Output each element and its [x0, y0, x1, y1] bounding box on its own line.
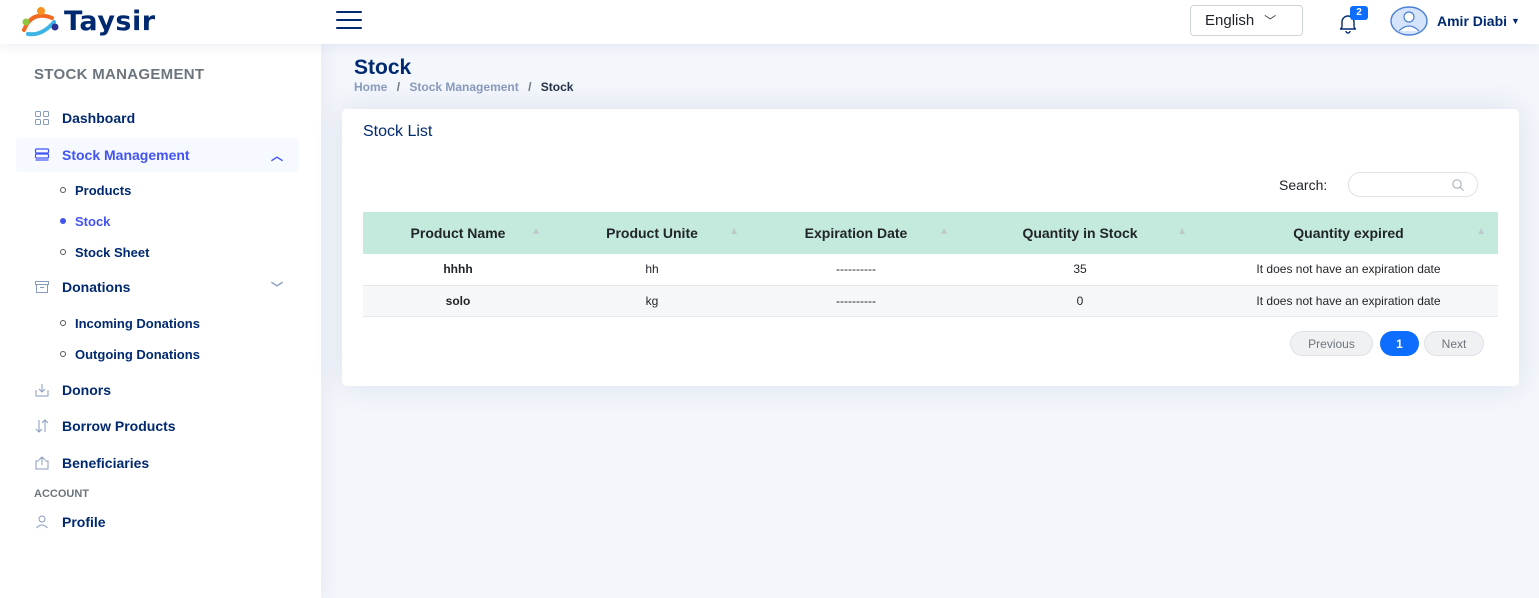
sidebar-subitem-incoming-donations[interactable]: Incoming Donations: [60, 313, 200, 333]
sort-icon: ▲: [531, 226, 541, 237]
search-icon: [1452, 179, 1464, 191]
sidebar-subitem-products[interactable]: Products: [60, 180, 131, 200]
sidebar-subitem-label: Products: [75, 182, 132, 198]
circle-filled-icon: [60, 218, 66, 224]
box-arrow-in-icon: [35, 384, 49, 397]
cell-product-unite: hh: [645, 262, 659, 277]
sidebar-subitem-label: Stock: [75, 213, 111, 229]
sidebar-item-label: Beneficiaries: [62, 455, 150, 471]
column-header-label: Expiration Date: [804, 225, 908, 241]
chevron-down-icon: ﹀: [270, 281, 283, 295]
sidebar-item-borrow-products[interactable]: Borrow Products: [16, 409, 299, 443]
sidebar-item-label: Donations: [62, 279, 131, 295]
sidebar: STOCK MANAGEMENT Dashboard Stock Managem…: [0, 44, 321, 598]
sidebar-subitem-label: Stock Sheet: [75, 244, 150, 260]
search-input[interactable]: [1359, 173, 1459, 196]
chevron-down-icon: ﹀: [1264, 14, 1277, 28]
column-header-quantity-expired[interactable]: Quantity expired ▲: [1199, 212, 1498, 254]
pagination-next-button[interactable]: Next: [1424, 331, 1484, 356]
sidebar-item-dashboard[interactable]: Dashboard: [16, 101, 299, 135]
cell-expiration-date: ----------: [836, 293, 876, 308]
sidebar-subitem-outgoing-donations[interactable]: Outgoing Donations: [60, 344, 200, 364]
circle-icon: [60, 187, 66, 193]
table-header-row: Product Name ▲ Product Unite ▲ Expiratio…: [363, 212, 1498, 254]
stock-table: Product Name ▲ Product Unite ▲ Expiratio…: [363, 212, 1498, 317]
sidebar-item-profile[interactable]: Profile: [16, 505, 299, 539]
sidebar-item-donors[interactable]: Donors: [16, 373, 299, 407]
sidebar-heading: STOCK MANAGEMENT: [34, 66, 205, 83]
sidebar-item-stock-management[interactable]: Stock Management ︿: [16, 138, 299, 172]
circle-icon: [60, 320, 66, 326]
box-arrow-up-icon: [35, 456, 49, 470]
column-header-label: Product Unite: [606, 225, 698, 241]
breadcrumb-separator: /: [528, 80, 532, 94]
cell-product-unite: kg: [645, 293, 659, 308]
column-header-product-name[interactable]: Product Name ▲: [363, 212, 553, 254]
column-header-label: Quantity expired: [1293, 225, 1404, 241]
person-icon: [36, 515, 48, 529]
caret-down-icon: ▼: [1511, 16, 1520, 26]
chevron-up-icon: ︿: [270, 149, 283, 163]
table-row: hhhh hh ---------- 35 It does not have a…: [363, 254, 1498, 285]
sidebar-item-label: Stock Management: [62, 147, 190, 163]
account-heading: ACCOUNT: [34, 488, 89, 500]
circle-icon: [60, 249, 66, 255]
breadcrumb-home[interactable]: Home: [354, 80, 387, 94]
sort-icon: ▲: [1177, 226, 1187, 237]
cell-product-name: hhhh: [443, 262, 473, 277]
arrow-down-up-icon: [35, 419, 49, 433]
breadcrumb: Home / Stock Management / Stock: [354, 80, 573, 94]
sidebar-item-label: Profile: [62, 514, 106, 530]
pagination-page-button[interactable]: 1: [1380, 331, 1419, 356]
sidebar-item-label: Donors: [62, 382, 111, 398]
sort-icon: ▲: [1476, 226, 1486, 237]
language-value: English: [1205, 12, 1255, 29]
column-header-quantity-in-stock[interactable]: Quantity in Stock ▲: [961, 212, 1199, 254]
cell-product-name: solo: [445, 293, 471, 308]
user-avatar-icon[interactable]: [1390, 6, 1428, 36]
cell-quantity-expired: It does not have an expiration date: [1256, 262, 1441, 277]
column-header-label: Product Name: [410, 225, 506, 241]
sidebar-item-beneficiaries[interactable]: Beneficiaries: [16, 446, 299, 480]
sort-icon: ▲: [939, 226, 949, 237]
sidebar-item-label: Borrow Products: [62, 418, 176, 434]
user-name: Amir Diabi: [1437, 13, 1508, 29]
card-title: Stock List: [363, 123, 433, 140]
column-header-expiration-date[interactable]: Expiration Date ▲: [751, 212, 961, 254]
breadcrumb-stock-management[interactable]: Stock Management: [409, 80, 518, 94]
server-icon: [34, 148, 50, 161]
notification-badge: 2: [1350, 6, 1368, 20]
cell-quantity-expired: It does not have an expiration date: [1256, 293, 1441, 308]
grid-icon: [35, 111, 49, 125]
top-header: Taysir English ﹀ 2 Amir Diabi ▼: [0, 0, 1539, 44]
pagination-previous-button[interactable]: Previous: [1290, 331, 1373, 356]
column-header-product-unite[interactable]: Product Unite ▲: [553, 212, 751, 254]
logo-people-icon: [22, 7, 59, 37]
sidebar-subitem-label: Incoming Donations: [75, 315, 200, 331]
sidebar-item-label: Dashboard: [62, 110, 136, 126]
stock-list-card: Stock List Search: Product Name ▲ Produc…: [342, 109, 1519, 386]
sidebar-subitem-label: Outgoing Donations: [75, 346, 200, 362]
breadcrumb-current: Stock: [540, 80, 574, 94]
search-field[interactable]: [1348, 172, 1478, 197]
user-menu[interactable]: Amir Diabi ▼: [1437, 13, 1520, 29]
sidebar-item-donations[interactable]: Donations ﹀: [16, 270, 299, 304]
language-select[interactable]: English ﹀: [1190, 5, 1303, 36]
sidebar-subitem-stock[interactable]: Stock: [60, 211, 110, 231]
brand-name: Taysir: [64, 5, 156, 37]
breadcrumb-separator: /: [396, 80, 401, 94]
archive-icon: [35, 281, 49, 293]
cell-quantity-in-stock: 0: [1076, 293, 1084, 308]
search-label: Search:: [1279, 177, 1328, 193]
circle-icon: [60, 351, 66, 357]
table-row: solo kg ---------- 0 It does not have an…: [363, 285, 1498, 316]
cell-expiration-date: ----------: [836, 262, 876, 277]
column-header-label: Quantity in Stock: [1022, 225, 1138, 241]
sidebar-subitem-stock-sheet[interactable]: Stock Sheet: [60, 242, 149, 262]
cell-quantity-in-stock: 35: [1073, 262, 1087, 277]
sidebar-toggle-icon[interactable]: [336, 11, 362, 31]
page-title: Stock: [354, 56, 412, 79]
brand-logo[interactable]: Taysir: [18, 4, 156, 38]
sort-icon: ▲: [729, 226, 739, 237]
